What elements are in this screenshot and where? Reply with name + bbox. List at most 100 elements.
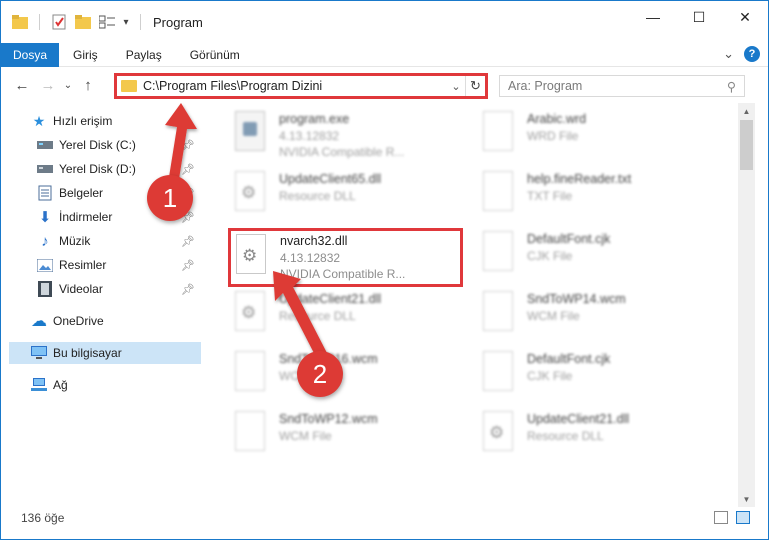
new-folder-icon[interactable] — [72, 11, 94, 33]
file-item[interactable]: DefaultFont.cjk CJK File — [479, 349, 715, 405]
refresh-button[interactable]: ↻ — [465, 76, 485, 96]
documents-icon — [37, 185, 53, 201]
exe-icon — [231, 109, 269, 155]
file-item[interactable]: help.fineReader.txt TXT File — [479, 169, 715, 225]
search-input[interactable]: Ara: Program ⚲ — [499, 75, 745, 97]
file-type: Resource DLL — [279, 309, 356, 323]
address-path[interactable]: C:\Program Files\Program Dizini — [143, 79, 447, 93]
file-list: program.exe 4.13.12832 NVIDIA Compatible… — [221, 103, 741, 503]
sidebar-item-label: Belgeler — [59, 186, 104, 200]
file-item[interactable]: DefaultFont.cjk CJK File — [479, 229, 715, 285]
scroll-thumb[interactable] — [740, 120, 753, 170]
file-icon — [231, 409, 269, 455]
pictures-icon — [37, 257, 53, 273]
file-name: UpdateClient21.dll — [279, 292, 382, 306]
file-type: TXT File — [527, 189, 573, 203]
address-bar[interactable]: C:\Program Files\Program Dizini ⌄ ↻ — [114, 73, 488, 99]
file-name: SndToWP14.wcm — [527, 292, 626, 306]
ribbon-right-controls: ⌄ ? — [723, 46, 760, 62]
sidebar-item-videos[interactable]: Videolar 📌︎ — [37, 278, 201, 300]
file-item[interactable]: UpdateClient21.dll Resource DLL — [479, 409, 715, 465]
scroll-up-icon[interactable]: ▲ — [738, 103, 755, 119]
star-icon: ★ — [32, 112, 46, 129]
expand-ribbon-icon[interactable]: ⌄ — [723, 46, 734, 62]
view-switcher — [714, 511, 750, 524]
drive-d-icon — [37, 161, 53, 177]
properties-icon[interactable] — [48, 11, 70, 33]
file-item[interactable]: Arabic.wrd WRD File — [479, 109, 715, 165]
file-item[interactable]: SndToWP12.wcm WCM File — [231, 409, 467, 465]
sidebar-item-label: Videolar — [59, 282, 103, 296]
file-icon — [231, 349, 269, 395]
sidebar-item-onedrive[interactable]: ☁ OneDrive — [31, 310, 231, 332]
ribbon-tabs: Dosya Giriş Paylaş Görünüm ⌄ ? — [1, 42, 768, 67]
title-bar: ▾ Program — ☐ ✕ — [1, 1, 768, 43]
tab-dosya[interactable]: Dosya — [1, 42, 60, 67]
file-item[interactable]: UpdateClient21.dll Resource DLL — [231, 289, 467, 345]
minimize-button[interactable]: — — [630, 1, 676, 33]
file-version: 4.13.12832 — [280, 251, 341, 265]
up-button[interactable]: ↑ — [75, 72, 101, 98]
details-view-icon[interactable] — [714, 511, 728, 524]
toolbar-divider — [140, 14, 141, 30]
customize-toolbar-icon[interactable]: ▾ — [120, 11, 132, 33]
tab-giris[interactable]: Giriş — [59, 43, 112, 67]
tab-paylas[interactable]: Paylaş — [112, 43, 176, 67]
recent-locations-button[interactable]: ⌄ — [61, 72, 75, 98]
file-icon — [479, 289, 517, 335]
toolbar-divider — [39, 14, 40, 30]
file-name: UpdateClient21.dll — [527, 412, 630, 426]
maximize-button[interactable]: ☐ — [676, 1, 722, 33]
file-version: 4.13.12832 — [279, 129, 340, 143]
network-icon — [31, 377, 47, 393]
sidebar-item-pictures[interactable]: Resimler 📌︎ — [37, 254, 201, 276]
sidebar-item-label: Ağ — [53, 378, 68, 392]
file-description: NVIDIA Compatible R... — [280, 267, 406, 281]
forward-button[interactable]: → — [35, 72, 61, 98]
file-name: DefaultFont.cjk — [527, 352, 611, 366]
scroll-down-icon[interactable]: ▼ — [738, 491, 755, 507]
file-type: CJK File — [527, 369, 573, 383]
file-item[interactable]: program.exe 4.13.12832 NVIDIA Compatible… — [231, 109, 467, 165]
pin-icon: 📌︎ — [181, 235, 195, 248]
file-icon — [479, 229, 517, 275]
sidebar-item-label: İndirmeler — [59, 210, 113, 224]
window-title: Program — [153, 14, 203, 30]
sidebar-item-this-pc[interactable]: Bu bilgisayar — [9, 342, 201, 364]
file-type: CJK File — [527, 249, 573, 263]
tab-gorunum[interactable]: Görünüm — [176, 43, 254, 67]
file-type: WCM File — [527, 309, 580, 323]
file-icon — [479, 109, 517, 155]
sidebar-item-drive-c[interactable]: Yerel Disk (C:) 📌︎ — [37, 134, 201, 156]
sidebar-item-network[interactable]: Ağ — [31, 374, 231, 396]
file-item[interactable]: SndToWP16.wcm WCM File — [231, 349, 467, 405]
sidebar-item-quick-access[interactable]: ★ Hızlı erişim — [31, 110, 231, 132]
vertical-scrollbar[interactable]: ▲ ▼ — [738, 103, 755, 507]
sidebar-item-label: Müzik — [59, 234, 91, 248]
downloads-icon: ⬇ — [38, 209, 52, 226]
sidebar-item-music[interactable]: ♪ Müzik 📌︎ — [37, 230, 201, 252]
pin-icon: 📌︎ — [181, 163, 195, 176]
file-description: NVIDIA Compatible R... — [279, 145, 405, 159]
close-button[interactable]: ✕ — [722, 1, 768, 33]
item-count: 136 öğe — [21, 511, 65, 525]
file-item-nvarch32[interactable]: nvarch32.dll 4.13.12832 NVIDIA Compatibl… — [228, 228, 463, 287]
file-type: WRD File — [527, 129, 579, 143]
file-name: SndToWP12.wcm — [279, 412, 378, 426]
explorer-window: ▾ Program — ☐ ✕ Dosya Giriş Paylaş Görün… — [0, 0, 769, 540]
sidebar-item-label: Hızlı erişim — [53, 114, 113, 128]
file-type: Resource DLL — [279, 189, 356, 203]
view-options-icon[interactable] — [96, 11, 118, 33]
file-item[interactable]: UpdateClient65.dll Resource DLL — [231, 169, 467, 225]
navigation-pane: ★ Hızlı erişim Yerel Disk (C:) 📌︎ Yerel … — [1, 105, 207, 505]
file-name: Arabic.wrd — [527, 112, 587, 126]
drive-c-icon — [37, 137, 53, 153]
onedrive-icon: ☁ — [31, 313, 47, 330]
step-badge-2: 2 — [297, 351, 343, 397]
address-dropdown-icon[interactable]: ⌄ — [447, 80, 465, 93]
back-button[interactable]: ← — [9, 72, 35, 98]
sidebar-item-label: Resimler — [59, 258, 107, 272]
file-item[interactable]: SndToWP14.wcm WCM File — [479, 289, 715, 345]
large-icons-view-icon[interactable] — [736, 511, 750, 524]
help-icon[interactable]: ? — [744, 46, 760, 62]
